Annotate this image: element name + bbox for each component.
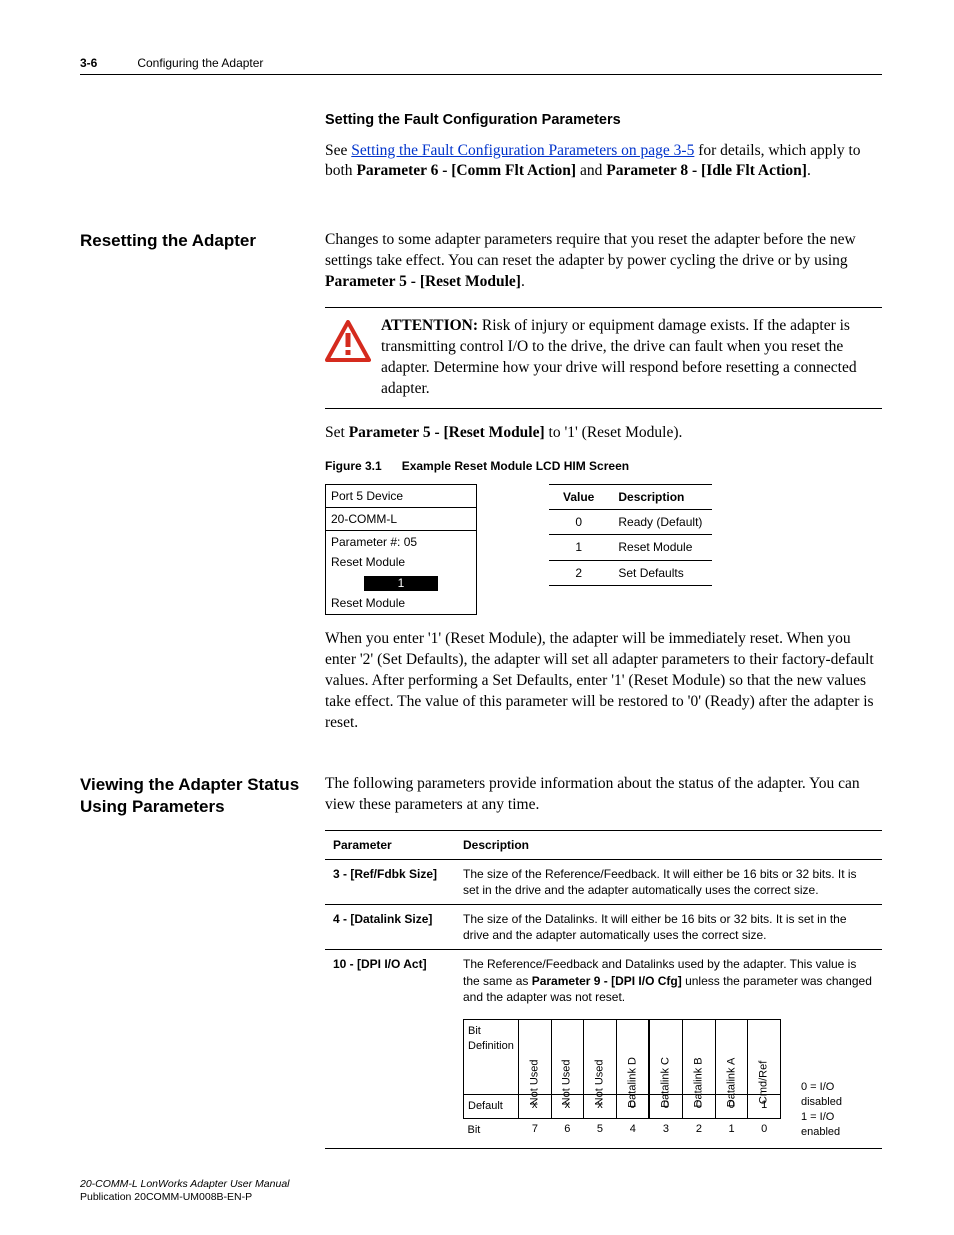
description-col-header: Description [608, 484, 712, 509]
value-description-table: Value Description 0 Ready (Default) 1 [549, 484, 712, 586]
reset-explanation-paragraph: When you enter '1' (Reset Module), the a… [325, 629, 882, 734]
publication-id: Publication 20COMM-UM008B-EN-P [80, 1191, 290, 1205]
text: Set [325, 424, 349, 441]
him-line-2: 20-COMM-L [326, 508, 476, 531]
value-cell: 0 [549, 510, 608, 535]
table-row: 1 Reset Module [549, 535, 712, 560]
bit-definition-label: Bit Definition [464, 1020, 519, 1095]
bit-head: Not Used [584, 1020, 617, 1095]
figure-caption: Figure 3.1 Example Reset Module LCD HIM S… [325, 458, 882, 474]
bit-head: Datalink B [683, 1020, 716, 1095]
param-name: 10 - [DPI I/O Act] [333, 957, 427, 971]
table-row: 3 - [Ref/Fdbk Size] The size of the Refe… [325, 859, 882, 904]
bit-table: Bit Definition Not Used Not Used Not Use… [463, 1019, 781, 1142]
text: and [576, 162, 606, 179]
warning-icon [325, 316, 381, 369]
bit-num: 0 [748, 1118, 781, 1141]
param-col-header: Parameter [325, 830, 455, 859]
param-cell: 3 - [Ref/Fdbk Size] [325, 859, 455, 904]
figure-title: Example Reset Module LCD HIM Screen [402, 459, 629, 473]
link-fault-config[interactable]: Setting the Fault Configuration Paramete… [351, 142, 694, 159]
bit-num: 7 [518, 1118, 551, 1141]
bit-num: 1 [715, 1118, 748, 1141]
param-name: 4 - [Datalink Size] [333, 912, 432, 926]
bit-num: 6 [551, 1118, 584, 1141]
desc-cell: Reset Module [608, 535, 712, 560]
viewing-paragraph: The following parameters provide informa… [325, 774, 882, 816]
table-row: 4 - [Datalink Size] The size of the Data… [325, 905, 882, 950]
attention-box: ATTENTION: Risk of injury or equipment d… [325, 307, 882, 409]
bit-num: 5 [584, 1118, 617, 1141]
param-cell: 10 - [DPI I/O Act] [325, 950, 455, 1148]
bit-head: Datalink A [715, 1020, 748, 1095]
him-line-5: Reset Module [326, 595, 476, 614]
param-5-b: Parameter 5 - [Reset Module] [349, 424, 545, 441]
value-col-header: Value [549, 484, 608, 509]
him-value-line: 1 [326, 573, 476, 595]
text: . [521, 273, 525, 290]
value-cell: 1 [549, 535, 608, 560]
param-8: Parameter 8 - [Idle Flt Action] [606, 162, 807, 179]
table-row: 2 Set Defaults [549, 560, 712, 585]
page-number: 3-6 [80, 56, 97, 70]
table-row: 10 - [DPI I/O Act] The Reference/Feedbac… [325, 950, 882, 1148]
him-value: 1 [364, 576, 439, 591]
figure-number: Figure 3.1 [325, 459, 382, 473]
legend-disabled: 0 = I/O disabled [801, 1080, 874, 1110]
side-empty [80, 111, 315, 230]
io-legend: 0 = I/O disabled 1 = I/O enabled [801, 1080, 874, 1141]
value-cell: 2 [549, 560, 608, 585]
set-param-paragraph: Set Parameter 5 - [Reset Module] to '1' … [325, 423, 882, 444]
him-line-1: Port 5 Device [326, 485, 476, 508]
desc-cell: The Reference/Feedback and Datalinks use… [455, 950, 882, 1148]
bit-head: Datalink D [616, 1020, 649, 1095]
resetting-paragraph: Changes to some adapter parameters requi… [325, 230, 882, 293]
bit-num: 4 [616, 1118, 649, 1141]
fault-config-paragraph: See Setting the Fault Configuration Para… [325, 141, 882, 183]
chapter-title: Configuring the Adapter [137, 56, 263, 70]
bit-num: 3 [649, 1118, 682, 1141]
legend-enabled: 1 = I/O enabled [801, 1110, 874, 1140]
desc-cell: Set Defaults [608, 560, 712, 585]
text: See [325, 142, 351, 159]
desc-cell: The size of the Datalinks. It will eithe… [455, 905, 882, 950]
him-screen: Port 5 Device 20-COMM-L Parameter #: 05 … [325, 484, 477, 615]
attention-text: ATTENTION: Risk of injury or equipment d… [381, 316, 882, 400]
text: to '1' (Reset Module). [545, 424, 683, 441]
param-cell: 4 - [Datalink Size] [325, 905, 455, 950]
bit-table-wrap: Bit Definition Not Used Not Used Not Use… [463, 1019, 874, 1142]
page-footer: 20-COMM-L LonWorks Adapter User Manual P… [80, 1178, 290, 1205]
attention-label: ATTENTION: [381, 317, 478, 334]
bit-head: Not Used [551, 1020, 584, 1095]
default-label: Default [464, 1095, 519, 1119]
parameter-table: Parameter Description 3 - [Ref/Fdbk Size… [325, 830, 882, 1149]
text: . [807, 162, 811, 179]
subheading-fault-config: Setting the Fault Configuration Paramete… [325, 111, 882, 131]
him-line-4: Reset Module [326, 554, 476, 573]
bit-head: Cmd/Ref [748, 1020, 781, 1095]
bit-head: Not Used [518, 1020, 551, 1095]
him-line-3: Parameter #: 05 [326, 531, 476, 553]
param-name: 3 - [Ref/Fdbk Size] [333, 867, 437, 881]
page-header: 3-6 Configuring the Adapter [80, 56, 882, 75]
manual-title: 20-COMM-L LonWorks Adapter User Manual [80, 1178, 290, 1192]
text: Changes to some adapter parameters requi… [325, 231, 856, 269]
side-heading-viewing: Viewing the Adapter Status Using Paramet… [80, 774, 315, 1149]
side-heading-resetting: Resetting the Adapter [80, 230, 315, 773]
table-row: 0 Ready (Default) [549, 510, 712, 535]
param-5: Parameter 5 - [Reset Module] [325, 273, 521, 290]
param-9: Parameter 9 - [DPI I/O Cfg] [532, 974, 682, 988]
desc-cell: Ready (Default) [608, 510, 712, 535]
desc-cell: The size of the Reference/Feedback. It w… [455, 859, 882, 904]
desc-col-header: Description [455, 830, 882, 859]
bit-num: 2 [683, 1118, 716, 1141]
bit-head: Datalink C [649, 1020, 682, 1095]
bit-label: Bit [464, 1118, 519, 1141]
param-6: Parameter 6 - [Comm Flt Action] [356, 162, 576, 179]
